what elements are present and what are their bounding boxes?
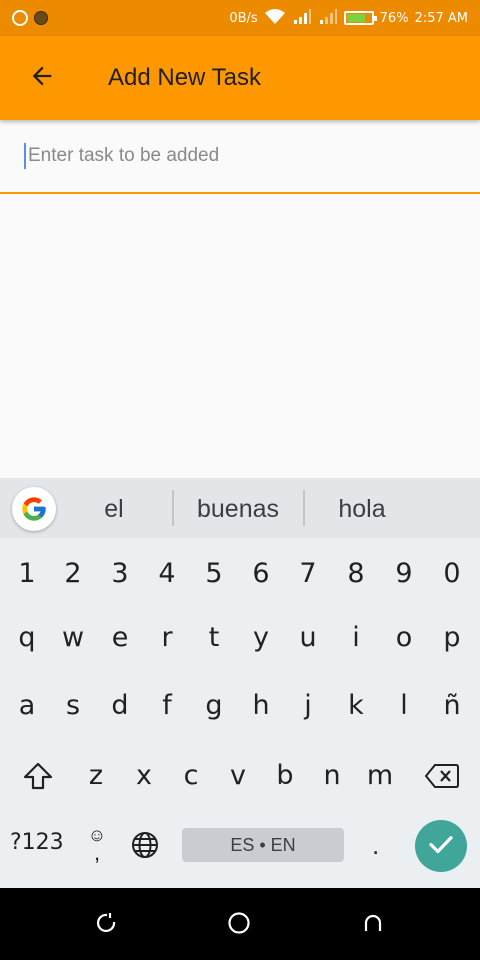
backspace-key[interactable] (417, 754, 467, 802)
key-1[interactable]: 1 (3, 550, 51, 598)
system-nav-bar (0, 888, 480, 960)
key-t[interactable]: t (190, 614, 238, 662)
recents-icon (95, 911, 119, 940)
back-button[interactable] (0, 36, 84, 120)
key-j[interactable]: j (284, 682, 332, 730)
key-o[interactable]: o (380, 614, 428, 662)
key-p[interactable]: p (428, 614, 476, 662)
suggestion-2[interactable]: buenas (184, 492, 292, 526)
battery-percent: 76% (379, 10, 409, 26)
suggestion-1[interactable]: el (74, 492, 154, 526)
key-3[interactable]: 3 (96, 550, 144, 598)
key-f[interactable]: f (143, 682, 191, 730)
task-input[interactable] (24, 143, 480, 169)
symbols-key[interactable]: ?123 (10, 830, 64, 855)
suggestion-divider (172, 490, 174, 526)
key-k[interactable]: k (332, 682, 380, 730)
home-icon (227, 911, 251, 940)
comma-label: , (93, 840, 101, 865)
key-z[interactable]: z (72, 752, 120, 800)
signal-icon (292, 8, 312, 28)
suggestion-3[interactable]: hola (316, 492, 408, 526)
key-u[interactable]: u (284, 614, 332, 662)
done-key[interactable] (415, 820, 467, 872)
clock: 2:57 AM (414, 10, 468, 26)
key-4[interactable]: 4 (143, 550, 191, 598)
key-w[interactable]: w (49, 614, 97, 662)
key-n-tilde[interactable]: ñ (428, 682, 476, 730)
key-l[interactable]: l (380, 682, 428, 730)
net-speed: 0B/s (229, 10, 258, 26)
emoji-comma-key[interactable]: ☺ , (80, 820, 114, 868)
back-nav-icon (361, 911, 385, 940)
signal-2-icon (318, 8, 338, 28)
language-key[interactable] (124, 826, 166, 868)
shift-key[interactable] (14, 754, 62, 802)
arrow-back-icon (28, 62, 56, 95)
key-7[interactable]: 7 (284, 550, 332, 598)
status-bar: 0B/s 76% 2:57 AM (0, 0, 480, 36)
key-h[interactable]: h (237, 682, 285, 730)
key-g[interactable]: g (190, 682, 238, 730)
whatsapp-icon (12, 10, 28, 26)
check-icon (426, 829, 456, 864)
back-nav-button[interactable] (356, 908, 390, 942)
battery-icon (343, 11, 377, 25)
period-key[interactable]: . (372, 830, 379, 861)
key-9[interactable]: 9 (380, 550, 428, 598)
key-q[interactable]: q (3, 614, 51, 662)
key-v[interactable]: v (214, 752, 262, 800)
key-d[interactable]: d (96, 682, 144, 730)
app-bar: Add New Task (0, 36, 480, 120)
key-s[interactable]: s (49, 682, 97, 730)
key-c[interactable]: c (167, 752, 215, 800)
shift-icon (22, 760, 54, 797)
key-m[interactable]: m (356, 752, 404, 800)
key-b[interactable]: b (261, 752, 309, 800)
notification-dot-icon (34, 11, 48, 25)
task-field (0, 120, 480, 194)
key-e[interactable]: e (96, 614, 144, 662)
google-icon[interactable] (12, 487, 56, 531)
space-key[interactable]: ES • EN (182, 828, 344, 862)
key-i[interactable]: i (332, 614, 380, 662)
key-n[interactable]: n (308, 752, 356, 800)
key-2[interactable]: 2 (49, 550, 97, 598)
key-r[interactable]: r (143, 614, 191, 662)
key-a[interactable]: a (3, 682, 51, 730)
backspace-icon (424, 762, 460, 795)
suggestion-bar: el buenas hola (0, 478, 480, 538)
soft-keyboard: el buenas hola 1 2 3 4 5 6 7 8 9 0 q w e… (0, 478, 480, 888)
suggestion-divider (303, 490, 305, 526)
key-y[interactable]: y (237, 614, 285, 662)
wifi-icon (264, 8, 286, 29)
key-6[interactable]: 6 (237, 550, 285, 598)
home-button[interactable] (222, 908, 256, 942)
key-x[interactable]: x (120, 752, 168, 800)
key-0[interactable]: 0 (428, 550, 476, 598)
globe-icon (130, 830, 160, 865)
key-5[interactable]: 5 (190, 550, 238, 598)
key-8[interactable]: 8 (332, 550, 380, 598)
page-title: Add New Task (108, 64, 261, 91)
recents-button[interactable] (90, 908, 124, 942)
